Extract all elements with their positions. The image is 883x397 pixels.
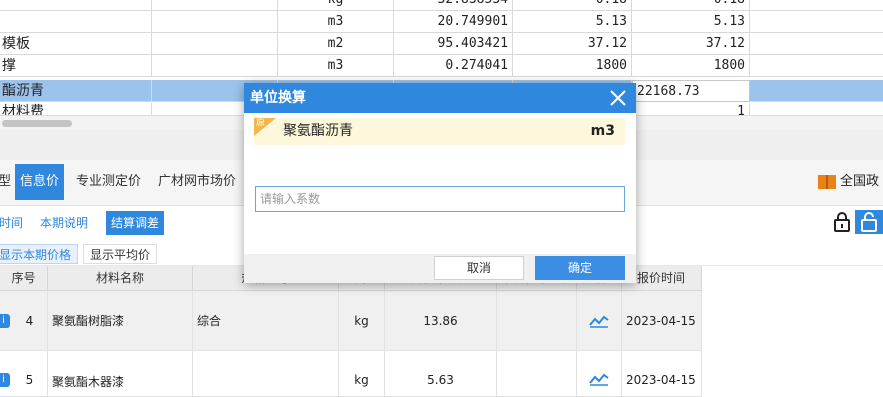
table-row[interactable]: i 4 聚氨酯树脂漆 综合 kg 13.86 2023-04-15 (0, 291, 702, 351)
grid-row[interactable]: kg 32.838534 0.18 0.18 (0, 0, 883, 11)
lock-icon[interactable] (832, 210, 852, 234)
tab-partial[interactable]: 型 (0, 164, 13, 200)
table-row[interactable]: i 5 聚氨酯木器漆 kg 5.63 2023-04-15 (0, 351, 702, 397)
grid-cell-price: 5.13 (632, 11, 750, 33)
grid-cell-qty: 20.749901 (394, 11, 513, 33)
grid-cell-price: 0.18 (632, 0, 750, 11)
grid-cell-unit: m3 (278, 55, 394, 77)
cell-quote-time: 2023-04-15 (622, 291, 702, 350)
empty-area (702, 266, 883, 397)
tab-market-price[interactable]: 广材网市场价 (156, 164, 238, 200)
material-unit: m3 (590, 123, 615, 139)
grid-cell-name: 材料费 (0, 103, 152, 115)
grid-cell-empty (152, 55, 278, 77)
cell-unit: kg (339, 291, 385, 350)
grid-cell-qty: 0.274041 (394, 55, 513, 77)
cell-spec: 综合 (193, 291, 339, 350)
cell-trend (577, 351, 622, 396)
cell-price: 5.63 (385, 351, 497, 396)
grid-cell-price: 1800 (632, 55, 750, 77)
time-button[interactable]: 时间 (0, 211, 29, 235)
grid-cell-unit: kg (278, 0, 394, 11)
cell-index: i 5 (0, 351, 48, 396)
grid-cell-name: 酯沥青 (0, 80, 152, 102)
info-icon[interactable]: i (0, 373, 10, 387)
close-icon[interactable] (608, 88, 628, 108)
grid-cell-edit[interactable]: 22168.73 (632, 80, 750, 102)
row-index: 4 (25, 313, 34, 328)
row-index: 5 (25, 373, 34, 387)
grid-row[interactable]: 模板 m2 95.403421 37.12 37.12 (0, 33, 883, 55)
cell-quote-time: 2023-04-15 (622, 351, 702, 396)
book-icon (818, 175, 836, 189)
grid-cell-qty: 32.838534 (394, 0, 513, 11)
original-tag-label: 原 (256, 118, 266, 128)
grid-cell-name: 撑 (0, 55, 152, 77)
grid-row[interactable]: 撑 m3 0.274041 1800 1800 (0, 55, 883, 77)
grid-cell-price: 37.12 (513, 33, 632, 55)
cancel-button[interactable]: 取消 (434, 256, 524, 280)
cell-unit: kg (339, 351, 385, 396)
trend-chart-icon[interactable] (589, 314, 609, 328)
grid-cell-price: 1 (632, 103, 750, 115)
grid-cell-price: 37.12 (632, 33, 750, 55)
scrollbar-thumb[interactable] (2, 120, 72, 127)
original-unit-box: 原 聚氨酯沥青 m3 (254, 118, 625, 145)
trend-chart-icon[interactable] (589, 372, 609, 386)
col-material-name: 材料名称 (48, 266, 193, 291)
show-current-price-toggle[interactable]: 显示本期价格 (0, 244, 79, 264)
grid-cell-name (0, 11, 152, 33)
info-icon[interactable]: i (0, 314, 10, 328)
cell-material-name: 聚氨酯树脂漆 (48, 291, 193, 350)
dialog-title: 单位换算 (250, 90, 306, 106)
cell-price-ex-tax (497, 351, 577, 396)
grid-cell-name: 模板 (0, 33, 152, 55)
confirm-button[interactable]: 确定 (535, 256, 625, 280)
tab-national[interactable]: 全国政 (840, 172, 879, 192)
tab-info-price[interactable]: 信息价 (15, 164, 65, 200)
cell-index: i 4 (0, 291, 48, 350)
unlock-icon[interactable] (855, 210, 883, 234)
grid-cell-price: 1800 (513, 55, 632, 77)
grid-cell-empty (152, 33, 278, 55)
settlement-adjust-button[interactable]: 结算调差 (106, 211, 165, 235)
dialog-titlebar[interactable]: 单位换算 (244, 83, 636, 113)
grid-row[interactable]: m3 20.749901 5.13 5.13 (0, 11, 883, 33)
period-explain-button[interactable]: 本期说明 (35, 211, 94, 235)
cell-spec (193, 351, 339, 396)
cell-material-name: 聚氨酯木器漆 (48, 351, 193, 396)
grid-cell-unit: m2 (278, 33, 394, 55)
grid-cell-price: 0.18 (513, 0, 632, 11)
tab-professional-price[interactable]: 专业测定价 (74, 164, 143, 200)
coefficient-input[interactable] (255, 186, 625, 212)
grid-cell-empty (152, 11, 278, 33)
cell-price-ex-tax (497, 291, 577, 350)
grid-cell-unit: m3 (278, 11, 394, 33)
grid-cell-name (0, 0, 152, 11)
cell-trend (577, 291, 622, 350)
grid-cell-price: 5.13 (513, 11, 632, 33)
grid-cell-empty (152, 0, 278, 11)
unit-conversion-dialog: 单位换算 原 聚氨酯沥青 m3 取消 确定 (244, 83, 636, 283)
material-name: 聚氨酯沥青 (283, 123, 353, 139)
grid-cell-qty: 95.403421 (394, 33, 513, 55)
cell-price: 13.86 (385, 291, 497, 350)
show-average-price-toggle[interactable]: 显示平均价 (83, 244, 158, 264)
dialog-footer: 取消 确定 (244, 254, 636, 283)
col-index: 序号 (0, 266, 48, 291)
